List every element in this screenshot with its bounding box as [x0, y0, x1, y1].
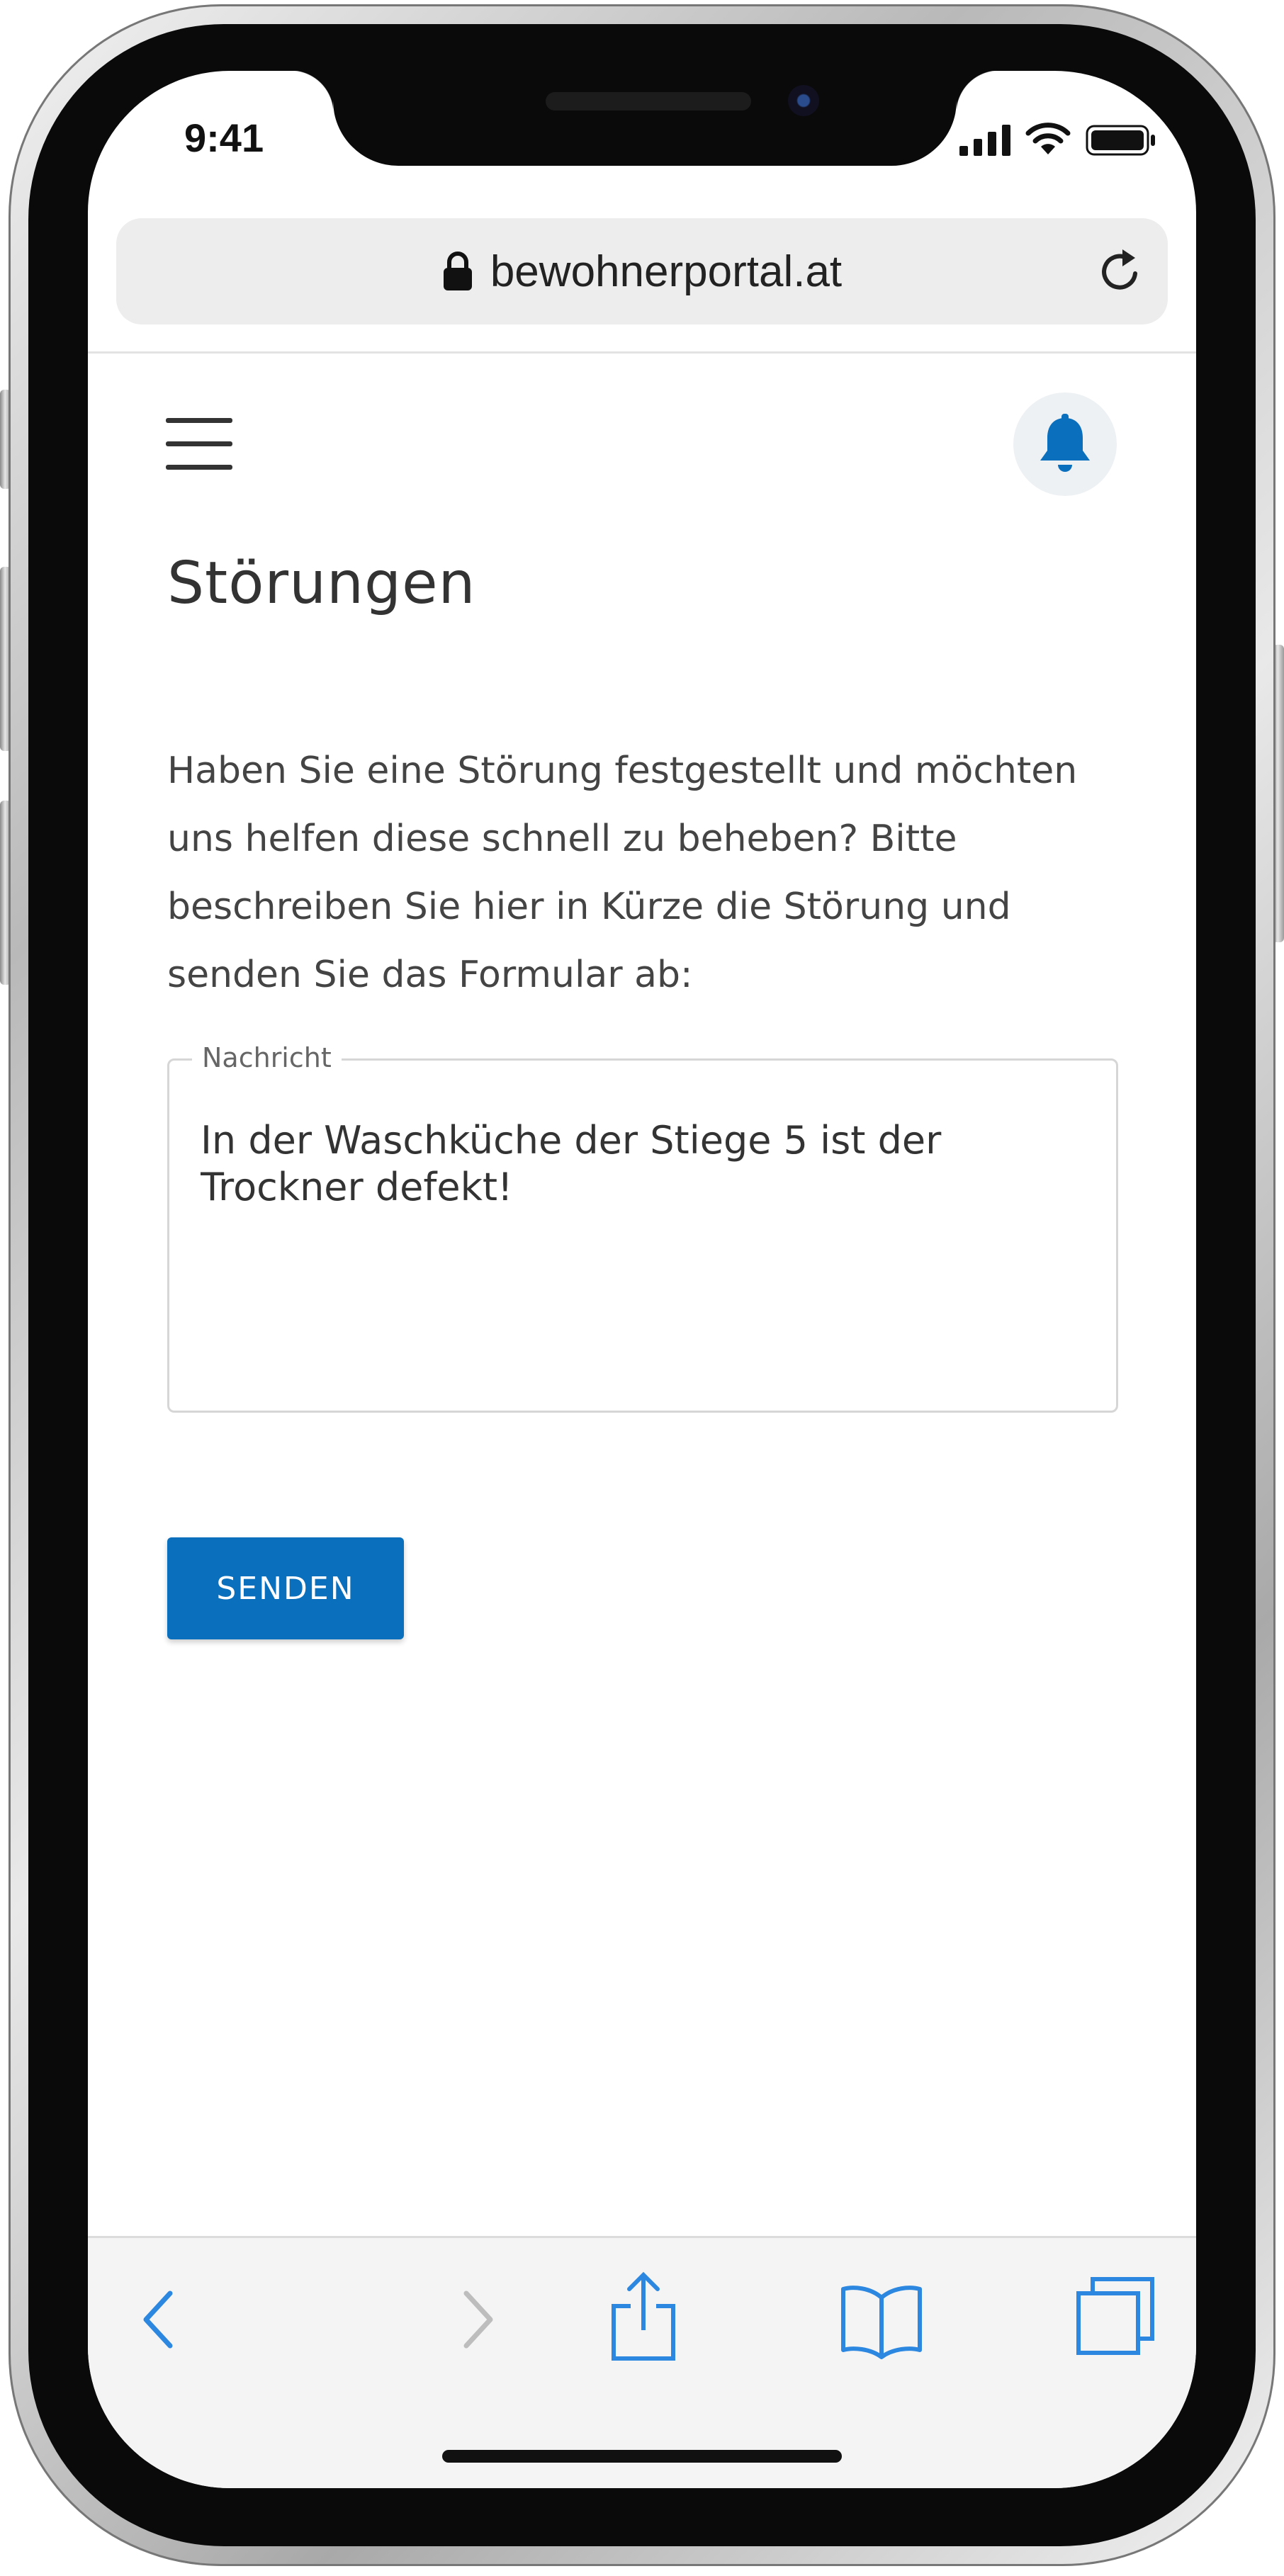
- intro-text: Haben Sie eine Störung festgestellt und …: [167, 750, 1078, 996]
- home-indicator[interactable]: [442, 2450, 842, 2463]
- send-button[interactable]: SENDEN: [167, 1537, 404, 1639]
- chevron-left-icon[interactable]: [137, 2288, 180, 2351]
- url-bar[interactable]: bewohnerportal.at: [116, 218, 1168, 324]
- phone-screen: 9:41 bewohnerportal.at Störungen Haben S…: [88, 71, 1196, 2488]
- lock-icon: [443, 252, 472, 290]
- page-title: Störungen: [167, 550, 476, 617]
- message-field-label: Nachricht: [192, 1042, 342, 1073]
- tabs-icon[interactable]: [1074, 2275, 1156, 2357]
- menu-button[interactable]: [166, 418, 234, 475]
- notch: [291, 71, 999, 166]
- front-camera: [788, 85, 819, 116]
- message-field[interactable]: Nachricht In der Waschküche der Stiege 5…: [167, 1042, 1118, 1413]
- notifications-button[interactable]: [1013, 392, 1117, 496]
- share-icon[interactable]: [609, 2271, 677, 2363]
- earpiece-speaker: [546, 92, 751, 111]
- status-icons: [959, 122, 1156, 156]
- url-text: bewohnerportal.at: [490, 247, 843, 296]
- wifi-icon: [1025, 123, 1071, 154]
- cellular-signal-icon: [959, 125, 1010, 156]
- url-bar-divider: [88, 351, 1196, 354]
- bell-icon: [1040, 414, 1090, 472]
- reload-icon[interactable]: [1094, 245, 1147, 298]
- battery-icon: [1086, 125, 1155, 156]
- chevron-right-icon[interactable]: [456, 2288, 499, 2351]
- hamburger-menu-icon: [166, 418, 234, 470]
- book-icon[interactable]: [839, 2282, 924, 2360]
- message-input[interactable]: In der Waschküche der Stiege 5 ist der T…: [201, 1117, 1079, 1372]
- status-time: 9:41: [184, 115, 264, 160]
